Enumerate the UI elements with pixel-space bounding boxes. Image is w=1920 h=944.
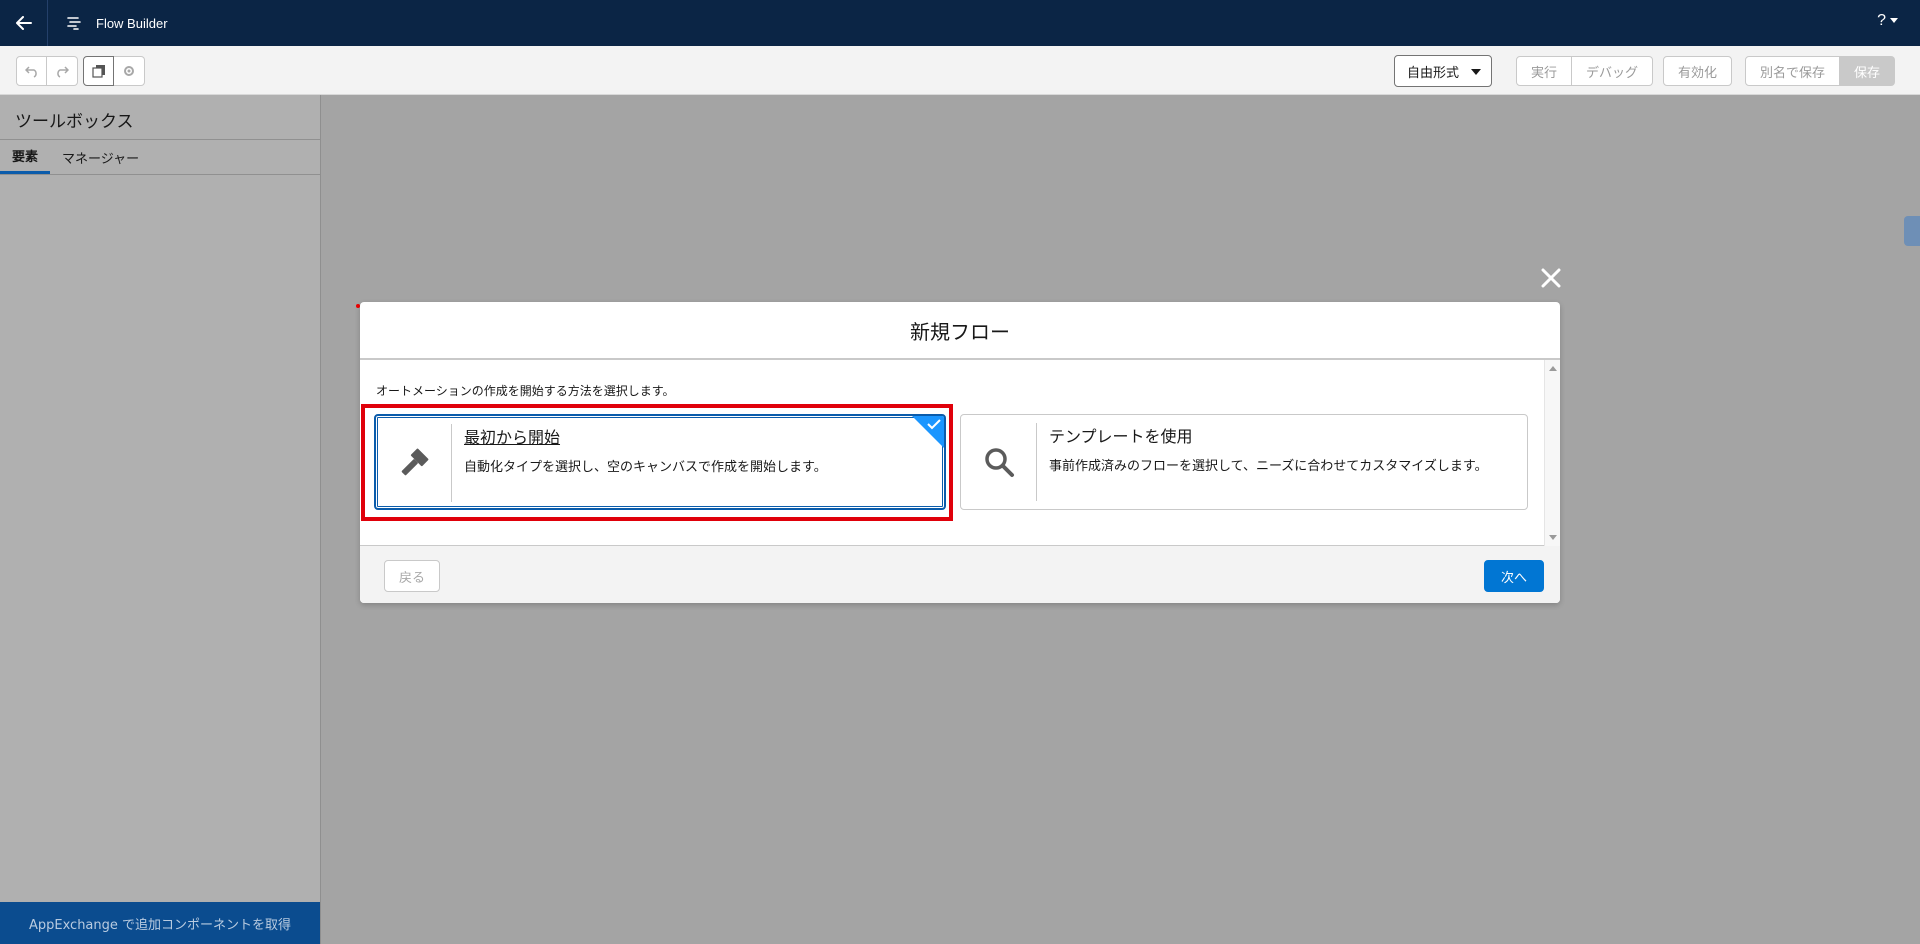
modal-close-button[interactable] [1537, 264, 1565, 292]
redo-button[interactable] [47, 56, 78, 86]
arrow-left-icon [15, 16, 32, 30]
toolbox-panel: ツールボックス 要素 マネージャー AppExchange で追加コンポーネント… [0, 95, 321, 944]
appexchange-link[interactable]: AppExchange で追加コンポーネントを取得 [0, 902, 320, 944]
tab-elements[interactable]: 要素 [0, 140, 51, 174]
canvas-mode-value: 自由形式 [1407, 64, 1460, 80]
save-group: 別名で保存 保存 [1745, 56, 1896, 86]
option-description: 自動化タイプを選択し、空のキャンバスで作成を開始します。 [464, 460, 827, 475]
option-title: 最初から開始 [464, 428, 561, 447]
option-title: テンプレートを使用 [1049, 427, 1193, 446]
checkmark-icon [927, 419, 941, 430]
undo-button[interactable] [16, 56, 47, 86]
view-group [83, 56, 145, 86]
toolbox-title: ツールボックス [15, 112, 134, 132]
app-title: Flow Builder [96, 15, 168, 31]
toolbox-tabs: 要素 マネージャー [0, 139, 320, 175]
option-icon-container [961, 423, 1037, 501]
back-button[interactable] [0, 0, 48, 46]
undo-icon [24, 66, 37, 78]
back-button[interactable]: 戻る [384, 560, 441, 592]
save-button[interactable]: 保存 [1840, 56, 1896, 86]
scroll-down-icon[interactable] [1549, 535, 1557, 540]
search-icon [984, 448, 1014, 477]
modal-title: 新規フロー [360, 302, 1560, 360]
activate-group: 有効化 [1663, 56, 1733, 86]
canvas-mode-select[interactable]: 自由形式 [1394, 55, 1492, 87]
run-debug-group: 実行 デバッグ [1516, 56, 1654, 86]
close-icon [1541, 268, 1561, 288]
modal-description: オートメーションの作成を開始する方法を選択します。 [376, 384, 675, 398]
chevron-down-icon [1471, 69, 1481, 75]
modal-footer: 戻る 次へ [360, 546, 1560, 603]
activate-button[interactable]: 有効化 [1663, 56, 1733, 86]
gear-icon [124, 66, 134, 76]
copy-icon [91, 65, 105, 78]
scroll-up-icon[interactable] [1549, 366, 1557, 371]
help-menu[interactable]: ? [1877, 12, 1898, 30]
flow-icon [62, 11, 86, 35]
panel-toggle[interactable] [1904, 216, 1920, 246]
copy-button[interactable] [83, 56, 114, 86]
debug-button[interactable]: デバッグ [1572, 56, 1654, 86]
chevron-down-icon [1890, 18, 1898, 23]
next-button[interactable]: 次へ [1483, 560, 1544, 592]
option-start-from-scratch[interactable]: 最初から開始 自動化タイプを選択し、空のキャンバスで作成を開始します。 [374, 414, 946, 510]
save-as-button[interactable]: 別名で保存 [1745, 56, 1841, 86]
modal-body: オートメーションの作成を開始する方法を選択します。 最初から開始 自動化タイプを… [360, 360, 1560, 546]
redo-icon [57, 66, 69, 78]
tab-manager[interactable]: マネージャー [50, 140, 151, 174]
run-button[interactable]: 実行 [1516, 56, 1573, 86]
undo-redo-group [16, 56, 78, 86]
hammer-icon [401, 448, 428, 476]
help-label: ? [1877, 12, 1886, 29]
settings-button[interactable] [114, 56, 145, 86]
modal-scrollbar[interactable] [1544, 360, 1560, 546]
option-description: 事前作成済みのフローを選択して、ニーズに合わせてカスタマイズします。 [1049, 459, 1488, 474]
new-flow-modal: 新規フロー オートメーションの作成を開始する方法を選択します。 最初から開始 自… [360, 302, 1560, 603]
option-icon-container [376, 424, 452, 502]
option-use-template[interactable]: テンプレートを使用 事前作成済みのフローを選択して、ニーズに合わせてカスタマイズ… [960, 414, 1528, 510]
global-header: Flow Builder ? [0, 0, 1920, 46]
builder-toolbar: 自由形式 実行 デバッグ 有効化 別名で保存 保存 [0, 46, 1920, 95]
